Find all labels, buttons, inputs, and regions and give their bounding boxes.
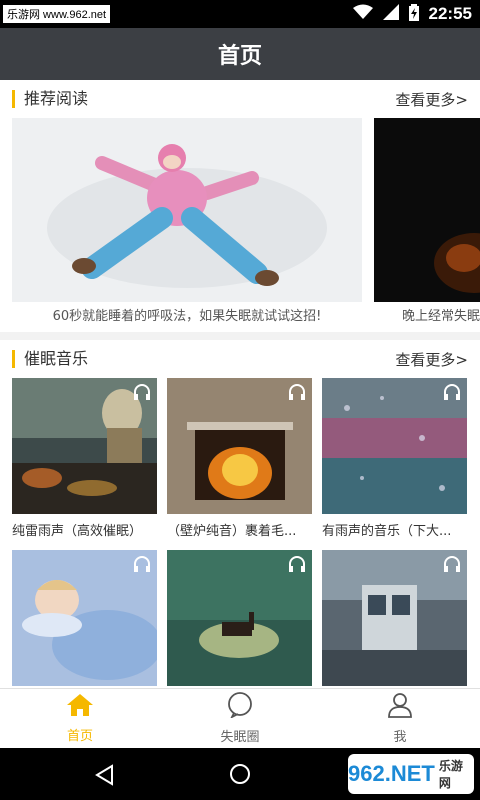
- music-more-link[interactable]: 查看更多>: [395, 349, 468, 370]
- music-tile-caption: 纯雷雨声（高效催眠）: [12, 524, 143, 539]
- status-bar: 乐游网 www.962.net 22:55: [0, 0, 480, 28]
- wifi-icon: [352, 4, 373, 24]
- music-tile[interactable]: [12, 550, 157, 686]
- music-tile[interactable]: 有雨声的音乐（下大...: [322, 378, 467, 550]
- tab-home-label: 首页: [66, 729, 93, 744]
- rainy-city-image: [12, 378, 157, 514]
- home-circle-icon[interactable]: [229, 763, 251, 789]
- site-logo-subtext: 乐游网: [438, 759, 463, 790]
- headphones-icon: [133, 384, 151, 404]
- headphones-icon: [288, 384, 306, 404]
- music-tile[interactable]: [167, 550, 312, 686]
- fireplace-image: [167, 378, 312, 514]
- signal-icon: [382, 4, 399, 24]
- music-tile[interactable]: 纯雷雨声（高效催眠）: [12, 378, 157, 550]
- recommended-more-link[interactable]: 查看更多>: [395, 89, 468, 110]
- music-header: 催眠音乐 查看更多>: [0, 340, 480, 378]
- music-tile-caption: 有雨声的音乐（下大...: [322, 524, 452, 539]
- home-icon: [66, 693, 94, 721]
- section-divider: [0, 332, 480, 340]
- main-content[interactable]: 推荐阅读 查看更多> 60秒就能睡着的呼吸法，如果失眠就试试这招! 晚上经常失眠…: [0, 80, 480, 686]
- page-title: 首页: [217, 44, 262, 69]
- recommended-caption: 60秒就能睡着的呼吸法，如果失眠就试试这招!: [52, 309, 322, 324]
- music-tile[interactable]: （壁炉纯音）裹着毛...: [167, 378, 312, 550]
- music-grid: 纯雷雨声（高效催眠） （壁炉纯音）裹着毛... 有雨声的音乐（下大...: [0, 378, 480, 686]
- recommended-caption: 晚上经常失眠: [402, 309, 480, 324]
- piano-forest-image: [167, 550, 312, 686]
- battery-icon: [408, 3, 419, 25]
- tab-insomnia-circle-label: 失眠圈: [220, 730, 260, 745]
- rain-window-image: [322, 378, 467, 514]
- sleeping-child-image: [12, 550, 157, 686]
- headphones-icon: [133, 556, 151, 576]
- recommended-card[interactable]: 晚上经常失眠: [374, 118, 480, 332]
- chat-bubble-icon: [227, 692, 253, 722]
- back-icon[interactable]: [94, 764, 116, 790]
- music-tile[interactable]: [322, 550, 467, 686]
- music-section: 催眠音乐 查看更多> 纯雷雨声（高效催眠） （壁炉纯音）裹着毛... 有雨声的音…: [0, 340, 480, 686]
- app-bar: 首页: [0, 28, 480, 80]
- recommended-header: 推荐阅读 查看更多>: [0, 80, 480, 118]
- bottom-tab-bar: 首页 失眠圈 我: [0, 688, 480, 748]
- recommended-card[interactable]: 60秒就能睡着的呼吸法，如果失眠就试试这招!: [12, 118, 362, 332]
- headphones-icon: [288, 556, 306, 576]
- tab-me-label: 我: [393, 730, 407, 745]
- headphones-icon: [443, 556, 461, 576]
- snow-angel-image: [12, 118, 362, 302]
- headphones-icon: [443, 384, 461, 404]
- train-station-image: [322, 550, 467, 686]
- music-tile-caption: （壁炉纯音）裹着毛...: [167, 524, 297, 539]
- music-title: 催眠音乐: [12, 350, 88, 368]
- status-time: 22:55: [428, 4, 472, 23]
- watermark: 乐游网 www.962.net: [3, 5, 111, 23]
- tab-home[interactable]: 首页: [0, 689, 160, 748]
- tab-insomnia-circle[interactable]: 失眠圈: [160, 689, 320, 748]
- site-logo-text: 962.NET: [348, 761, 435, 786]
- dark-night-image: [374, 118, 480, 302]
- recommended-title: 推荐阅读: [12, 90, 88, 108]
- person-icon: [387, 692, 413, 722]
- recommended-section: 推荐阅读 查看更多> 60秒就能睡着的呼吸法，如果失眠就试试这招! 晚上经常失眠: [0, 80, 480, 332]
- system-nav-bar: 962.NET 乐游网: [0, 748, 480, 800]
- recommended-carousel[interactable]: 60秒就能睡着的呼吸法，如果失眠就试试这招! 晚上经常失眠: [0, 118, 480, 332]
- tab-me[interactable]: 我: [320, 689, 480, 748]
- site-logo: 962.NET 乐游网: [348, 754, 474, 794]
